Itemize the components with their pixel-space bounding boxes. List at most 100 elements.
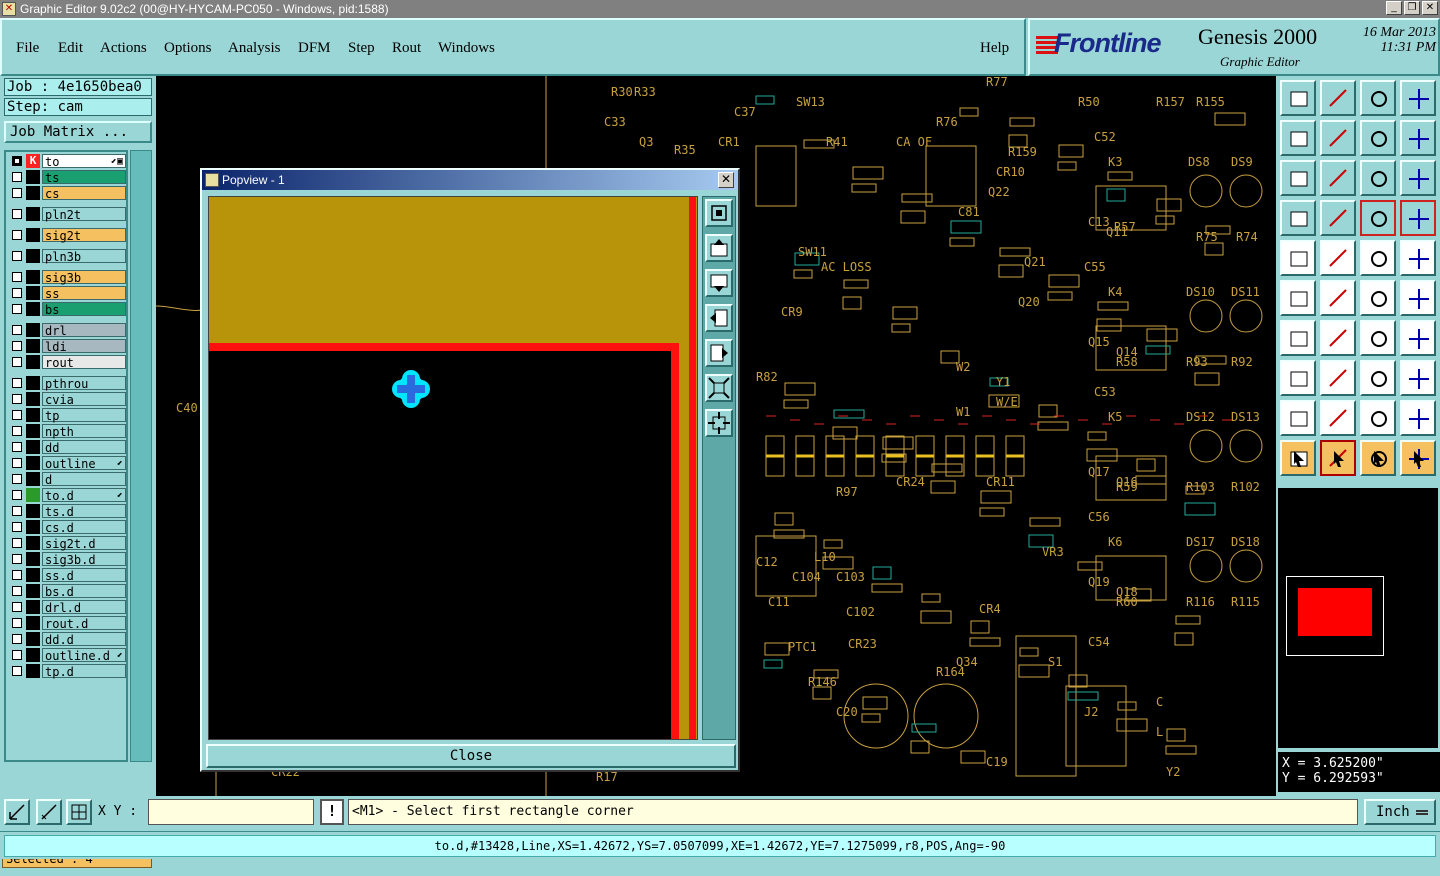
layer-color-swatch[interactable] xyxy=(26,664,40,678)
menu-help[interactable]: Help xyxy=(980,40,1009,57)
popview-close-button[interactable]: Close xyxy=(206,744,736,768)
shape-button[interactable] xyxy=(1320,240,1356,276)
center-button[interactable] xyxy=(1320,160,1356,196)
ruler-button[interactable] xyxy=(1360,240,1396,276)
grid-snap-button[interactable] xyxy=(66,799,92,825)
layer-color-swatch[interactable] xyxy=(26,355,40,369)
layer-row-cs[interactable]: cs xyxy=(8,186,126,201)
snap-button[interactable] xyxy=(1360,200,1396,236)
layer-checkbox[interactable] xyxy=(12,209,22,219)
popview-home-up-button[interactable] xyxy=(705,234,733,262)
net-button[interactable] xyxy=(1280,280,1316,316)
layer-checkbox[interactable] xyxy=(12,304,22,314)
layer-name[interactable]: ss.d xyxy=(42,568,126,583)
layer-name[interactable]: to ⬋▣ xyxy=(42,154,126,169)
layer-name[interactable]: sig3b xyxy=(42,270,126,285)
layer-row-to[interactable]: Kto ⬋▣ xyxy=(8,154,126,169)
layer-name[interactable]: outline.d ⬋ xyxy=(42,648,126,663)
layer-color-swatch[interactable] xyxy=(26,270,40,284)
layer-color-swatch[interactable] xyxy=(26,392,40,406)
layer-color-swatch[interactable] xyxy=(26,339,40,353)
overview-map[interactable] xyxy=(1278,488,1438,748)
layer-checkbox[interactable] xyxy=(12,378,22,388)
layer-color-swatch[interactable] xyxy=(26,408,40,422)
window-button[interactable] xyxy=(1400,80,1436,116)
layer-checkbox[interactable] xyxy=(12,426,22,436)
layer-color-swatch[interactable] xyxy=(26,440,40,454)
layer-row-dd[interactable]: dd xyxy=(8,440,126,455)
layer-row-drl-d[interactable]: drl.d xyxy=(8,600,126,615)
layer-name[interactable]: pln2t xyxy=(42,207,126,222)
layer-color-swatch[interactable] xyxy=(26,170,40,184)
help-button[interactable] xyxy=(1400,160,1436,196)
layer-row-npth[interactable]: npth xyxy=(8,424,126,439)
layer-checkbox[interactable] xyxy=(12,230,22,240)
layer-name[interactable]: d xyxy=(42,472,126,487)
layer-row-sig2t[interactable]: sig2t xyxy=(8,228,126,243)
layer-row-rout-d[interactable]: rout.d xyxy=(8,616,126,631)
layer-name[interactable]: sig2t.d xyxy=(42,536,126,551)
layer-color-swatch[interactable] xyxy=(26,632,40,646)
layer-name[interactable]: pthrou xyxy=(42,376,126,391)
pad-button[interactable] xyxy=(1400,240,1436,276)
zoom-left-button[interactable] xyxy=(1280,120,1316,156)
layer-row-outline-d[interactable]: outline.d ⬋ xyxy=(8,648,126,663)
layer-color-swatch[interactable] xyxy=(26,472,40,486)
layer-row-ss-d[interactable]: ss.d xyxy=(8,568,126,583)
layer-row-dd-d[interactable]: dd.d xyxy=(8,632,126,647)
menu-actions[interactable]: Actions xyxy=(100,40,147,57)
cross-button[interactable] xyxy=(1320,280,1356,316)
snap2-button[interactable] xyxy=(1400,200,1436,236)
pointer-button[interactable] xyxy=(1280,440,1316,476)
layer-row-bs[interactable]: bs xyxy=(8,302,126,317)
layer-name[interactable]: cs xyxy=(42,186,126,201)
layer-checkbox[interactable] xyxy=(12,538,22,548)
layer-name[interactable]: ss xyxy=(42,286,126,301)
layer-checkbox[interactable] xyxy=(12,650,22,660)
redraw-button[interactable] xyxy=(1400,120,1436,156)
popview-canvas[interactable] xyxy=(208,196,698,740)
maximize-button[interactable]: ❐ xyxy=(1404,1,1420,15)
layer-name[interactable]: sig2t xyxy=(42,228,126,243)
popview-fit-button[interactable] xyxy=(705,199,733,227)
popview-zoom-out-button[interactable] xyxy=(705,374,733,402)
layer-row-cs-d[interactable]: cs.d xyxy=(8,520,126,535)
layer-name[interactable]: tp.d xyxy=(42,664,126,679)
layer-row-to-d[interactable]: to.d ⬋ xyxy=(8,488,126,503)
layer-checkbox[interactable] xyxy=(12,410,22,420)
message-button[interactable]: ! xyxy=(320,799,344,825)
layer-row-drl[interactable]: drl xyxy=(8,323,126,338)
layer-name[interactable]: rout xyxy=(42,355,126,370)
layer-row-sig3b-d[interactable]: sig3b.d xyxy=(8,552,126,567)
layer-checkbox[interactable] xyxy=(12,586,22,596)
layer-checkbox[interactable] xyxy=(12,618,22,628)
layer-checkbox[interactable] xyxy=(12,172,22,182)
snap-corner-button[interactable] xyxy=(4,799,30,825)
home-down-button[interactable] xyxy=(1320,80,1356,116)
layer-color-swatch[interactable] xyxy=(26,302,40,316)
layer-checkbox[interactable] xyxy=(12,490,22,500)
menu-options[interactable]: Options xyxy=(164,40,212,57)
layer-checkbox[interactable] xyxy=(12,272,22,282)
layer-color-swatch[interactable] xyxy=(26,584,40,598)
home-up-button[interactable] xyxy=(1280,80,1316,116)
layer-checkbox[interactable] xyxy=(12,442,22,452)
layer-color-swatch[interactable] xyxy=(26,552,40,566)
triangle3-button[interactable] xyxy=(1360,400,1396,436)
layer-name[interactable]: bs xyxy=(42,302,126,317)
layer-row-sig3b[interactable]: sig3b xyxy=(8,270,126,285)
layer-checkbox[interactable] xyxy=(12,570,22,580)
layer-name[interactable]: cs.d xyxy=(42,520,126,535)
layer-row-d[interactable]: d xyxy=(8,472,126,487)
layer-row-tp-d[interactable]: tp.d xyxy=(8,664,126,679)
arc-button[interactable] xyxy=(1360,320,1396,356)
layer-row-pthrou[interactable]: pthrou xyxy=(8,376,126,391)
layer-name[interactable]: npth xyxy=(42,424,126,439)
layer-name[interactable]: dd xyxy=(42,440,126,455)
layer-row-ts-d[interactable]: ts.d xyxy=(8,504,126,519)
snap-edit-button[interactable] xyxy=(36,799,62,825)
text-button[interactable] xyxy=(1400,320,1436,356)
layer-name[interactable]: pln3b xyxy=(42,249,126,264)
layer-row-cvia[interactable]: cvia xyxy=(8,392,126,407)
layer-checkbox[interactable] xyxy=(12,156,22,166)
